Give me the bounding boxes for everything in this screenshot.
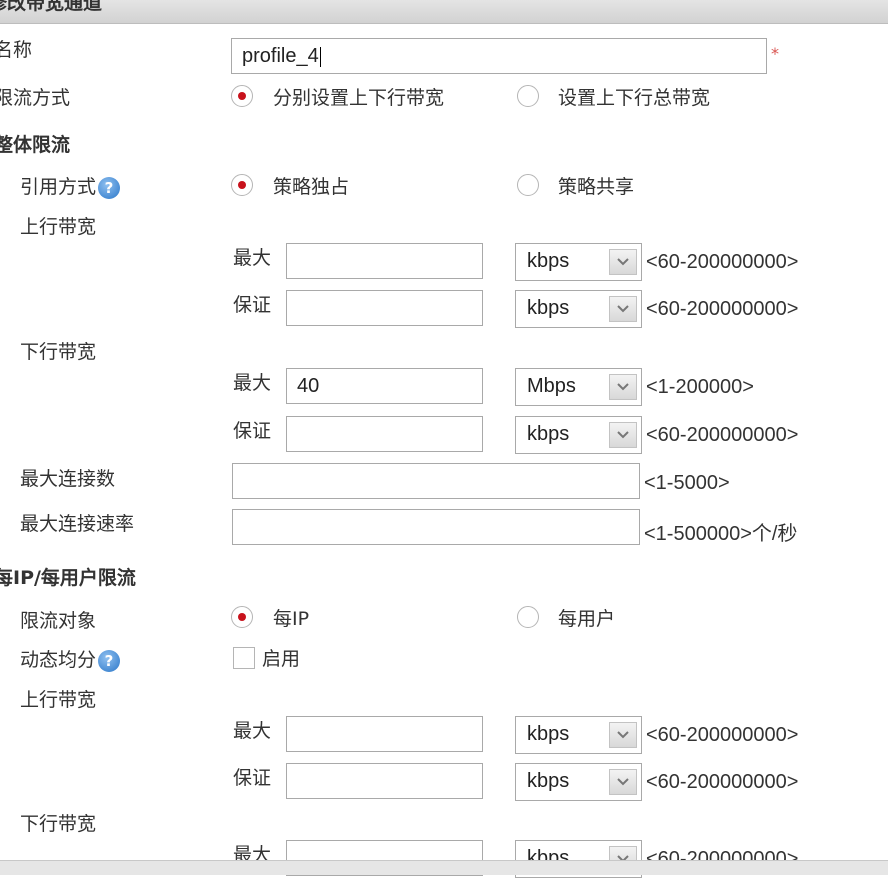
target-ip-radio[interactable] [231, 606, 253, 628]
overall-down-max-label: 最大 [233, 372, 272, 394]
mode-total-radio[interactable] [517, 85, 539, 107]
overall-up-guarantee-range: <60-200000000> [646, 298, 799, 320]
help-question-icon[interactable]: ? [98, 649, 121, 672]
overall-down-max-range: <1-200000> [646, 376, 754, 398]
mode-total-label: 设置上下行总带宽 [558, 87, 711, 109]
max-rate-input[interactable] [232, 509, 640, 545]
overall-up-max-unit-select[interactable]: kbps [515, 243, 642, 281]
overall-down-guarantee-input[interactable] [286, 416, 483, 452]
unit-value: kbps [527, 723, 570, 745]
overall-down-guarantee-unit-select[interactable]: kbps [515, 416, 642, 454]
overall-down-guarantee-label: 保证 [233, 420, 272, 442]
per-up-guarantee-unit-select[interactable]: kbps [515, 763, 642, 801]
max-conn-range: <1-5000> [644, 472, 730, 494]
ref-label: 引用方式? [20, 172, 121, 199]
overall-up-guarantee-unit-select[interactable]: kbps [515, 290, 642, 328]
ref-shared-radio[interactable] [517, 174, 539, 196]
dialog-footer-bar [0, 860, 888, 875]
per-up-label: 上行带宽 [20, 689, 97, 711]
mode-label: 限流方式 [0, 87, 71, 109]
dialog-title: 修改带宽通道 [0, 0, 103, 14]
per-down-label: 下行带宽 [20, 813, 97, 835]
target-label: 限流对象 [20, 610, 97, 632]
dynamic-label: 动态均分? [20, 645, 121, 672]
target-ip-label: 每IP [273, 608, 310, 630]
per-up-guarantee-range: <60-200000000> [646, 771, 799, 793]
chevron-down-icon[interactable] [609, 422, 637, 448]
ref-shared-label: 策略共享 [558, 176, 635, 198]
required-mark: * [771, 44, 779, 63]
name-label: 名称 [0, 39, 33, 61]
ref-exclusive-label: 策略独占 [273, 176, 350, 198]
overall-section-title: 整体限流 [0, 134, 71, 156]
overall-down-max-input[interactable]: 40 [286, 368, 483, 404]
per-up-guarantee-input[interactable] [286, 763, 483, 799]
chevron-down-icon[interactable] [609, 249, 637, 275]
chevron-down-icon[interactable] [609, 769, 637, 795]
unit-value: kbps [527, 250, 570, 272]
name-input[interactable]: profile_4 [231, 38, 767, 74]
overall-down-max-unit-select[interactable]: Mbps [515, 368, 642, 406]
overall-up-max-label: 最大 [233, 247, 272, 269]
unit-value: Mbps [527, 375, 576, 397]
chevron-down-icon[interactable] [609, 296, 637, 322]
overall-up-guarantee-label: 保证 [233, 294, 272, 316]
target-user-label: 每用户 [558, 608, 616, 630]
max-conn-input[interactable] [232, 463, 640, 499]
enable-label: 启用 [262, 648, 301, 670]
enable-checkbox[interactable] [233, 647, 255, 669]
per-section-title: 每IP/每用户限流 [0, 567, 136, 589]
mode-separate-radio[interactable] [231, 85, 253, 107]
per-up-max-range: <60-200000000> [646, 724, 799, 746]
overall-down-guarantee-range: <60-200000000> [646, 424, 799, 446]
help-question-icon[interactable]: ? [98, 176, 121, 199]
overall-up-label: 上行带宽 [20, 216, 97, 238]
dialog-title-bar: 修改带宽通道 [0, 0, 888, 24]
mode-separate-label: 分别设置上下行带宽 [273, 87, 445, 109]
unit-value: kbps [527, 297, 570, 319]
chevron-down-icon[interactable] [609, 374, 637, 400]
overall-up-max-range: <60-200000000> [646, 251, 799, 273]
target-user-radio[interactable] [517, 606, 539, 628]
max-rate-range: <1-500000>个/秒 [644, 523, 798, 545]
ref-exclusive-radio[interactable] [231, 174, 253, 196]
chevron-down-icon[interactable] [609, 722, 637, 748]
per-up-max-label: 最大 [233, 720, 272, 742]
per-up-guarantee-label: 保证 [233, 767, 272, 789]
per-up-max-unit-select[interactable]: kbps [515, 716, 642, 754]
overall-up-guarantee-input[interactable] [286, 290, 483, 326]
unit-value: kbps [527, 770, 570, 792]
unit-value: kbps [527, 423, 570, 445]
per-up-max-input[interactable] [286, 716, 483, 752]
overall-up-max-input[interactable] [286, 243, 483, 279]
text-cursor [319, 46, 321, 67]
overall-down-label: 下行带宽 [20, 341, 97, 363]
max-conn-label: 最大连接数 [20, 468, 116, 490]
max-rate-label: 最大连接速率 [20, 513, 135, 535]
